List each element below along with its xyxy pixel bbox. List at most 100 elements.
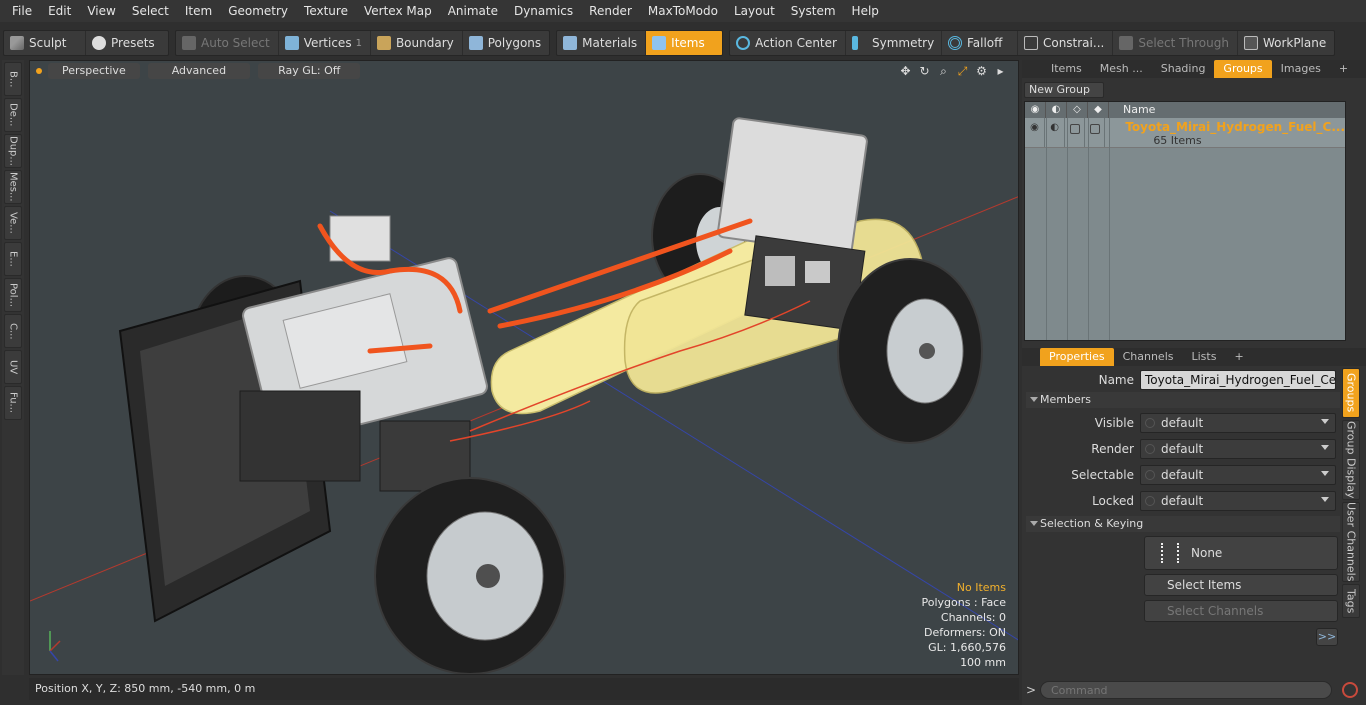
3d-viewport[interactable]: Perspective Advanced Ray GL: Off ✥ ↻ ⌕ ⤢… xyxy=(29,60,1019,675)
left-tab-edge[interactable]: E... xyxy=(4,242,22,276)
menu-animate[interactable]: Animate xyxy=(440,0,506,22)
tab-shading[interactable]: Shading xyxy=(1152,60,1215,78)
action-center-button[interactable]: Action Center xyxy=(730,31,846,55)
lock-column-icon[interactable]: ◆ xyxy=(1088,102,1109,118)
side-tab-user-channels[interactable]: User Channels xyxy=(1342,502,1360,582)
group-name: Toyota_Mirai_Hydrogen_Fuel_C... xyxy=(1125,120,1345,134)
menu-view[interactable]: View xyxy=(79,0,123,22)
shading-mode-button[interactable]: Advanced xyxy=(147,63,251,79)
keying-none-button[interactable]: None xyxy=(1144,536,1338,570)
select-column-icon[interactable]: ◇ xyxy=(1067,102,1088,118)
zoom-icon[interactable]: ⌕ xyxy=(936,64,951,79)
materials-button[interactable]: Materials xyxy=(557,31,647,55)
name-column-header[interactable]: Name xyxy=(1109,102,1155,118)
left-tab-deform[interactable]: De... xyxy=(4,98,22,132)
locked-row: Locked default xyxy=(1022,490,1342,512)
left-tab-uv[interactable]: UV xyxy=(4,350,22,384)
locked-dropdown[interactable]: default xyxy=(1140,491,1336,511)
selection-keying-section[interactable]: Selection & Keying xyxy=(1026,516,1340,532)
render-row: Render default xyxy=(1022,438,1342,460)
tab-lists[interactable]: Lists xyxy=(1183,348,1226,366)
new-group-button[interactable]: New Group xyxy=(1024,82,1104,98)
symmetry-button[interactable]: Symmetry xyxy=(846,31,942,55)
menu-file[interactable]: File xyxy=(4,0,40,22)
properties-tab-bar: Properties Channels Lists + xyxy=(1022,348,1366,366)
axis-gizmo xyxy=(49,631,61,662)
falloff-icon xyxy=(947,36,962,50)
vertices-button[interactable]: Vertices 1 xyxy=(279,31,371,55)
tab-images[interactable]: Images xyxy=(1272,60,1330,78)
menu-geometry[interactable]: Geometry xyxy=(220,0,296,22)
menu-texture[interactable]: Texture xyxy=(296,0,356,22)
expand-more-button[interactable]: >> xyxy=(1316,628,1338,646)
left-tab-fusion[interactable]: Fu... xyxy=(4,386,22,420)
group-row[interactable]: ◉ ◐ Toyota_Mirai_Hydrogen_Fuel_C... 65 I… xyxy=(1025,118,1345,148)
menu-item[interactable]: Item xyxy=(177,0,220,22)
render-icon[interactable]: ◐ xyxy=(1045,118,1066,147)
right-panel: Items Mesh ... Shading Groups Images + N… xyxy=(1022,60,1366,705)
sculpt-button[interactable]: Sculpt xyxy=(4,31,86,55)
maximize-icon[interactable]: ⤢ xyxy=(955,64,970,79)
play-icon[interactable]: ▸ xyxy=(993,64,1008,79)
menu-layout[interactable]: Layout xyxy=(726,0,783,22)
raygl-button[interactable]: Ray GL: Off xyxy=(258,63,361,79)
rotate-icon[interactable]: ↻ xyxy=(917,64,932,79)
view-mode-button[interactable]: Perspective xyxy=(48,63,140,79)
tab-groups[interactable]: Groups xyxy=(1214,60,1272,78)
move-icon[interactable]: ✥ xyxy=(898,64,913,79)
left-tab-mesh[interactable]: Mes... xyxy=(4,170,22,204)
left-tab-vertex[interactable]: Ve... xyxy=(4,206,22,240)
command-bar: > xyxy=(1022,678,1366,702)
eye-icon[interactable]: ◉ xyxy=(1025,118,1046,147)
menu-help[interactable]: Help xyxy=(844,0,887,22)
menu-render[interactable]: Render xyxy=(581,0,640,22)
select-items-button[interactable]: Select Items xyxy=(1144,574,1338,596)
group-name-field[interactable]: Toyota_Mirai_Hydrogen_Fuel_Cell_Sy xyxy=(1140,370,1336,390)
add-props-tab-icon[interactable]: + xyxy=(1225,348,1252,366)
left-tab-basic[interactable]: B... xyxy=(4,62,22,96)
constraints-button[interactable]: Constrai... xyxy=(1018,31,1114,55)
side-tab-group-display[interactable]: Group Display xyxy=(1342,420,1360,500)
add-tab-icon[interactable]: + xyxy=(1330,60,1357,78)
selectable-checkbox[interactable] xyxy=(1069,124,1080,134)
stop-record-icon[interactable] xyxy=(1342,682,1358,698)
side-tab-groups[interactable]: Groups xyxy=(1342,368,1360,418)
menu-system[interactable]: System xyxy=(783,0,844,22)
side-tab-tags[interactable]: Tags xyxy=(1342,584,1360,618)
workplane-button[interactable]: WorkPlane xyxy=(1238,31,1334,55)
tab-items[interactable]: Items xyxy=(1042,60,1091,78)
left-tab-duplicate[interactable]: Dup... xyxy=(4,134,22,168)
members-section[interactable]: Members xyxy=(1026,392,1340,408)
falloff-button[interactable]: Falloff xyxy=(942,31,1018,55)
menu-select[interactable]: Select xyxy=(124,0,177,22)
selectable-dropdown[interactable]: default xyxy=(1140,465,1336,485)
polygons-button[interactable]: Polygons xyxy=(463,31,549,55)
visibility-column-icon[interactable]: ◉ xyxy=(1025,102,1046,118)
select-through-button[interactable]: Select Through xyxy=(1113,31,1238,55)
settings-icon[interactable]: ⚙ xyxy=(974,64,989,79)
properties-panel: Properties Channels Lists + Name Toyota_… xyxy=(1022,348,1366,705)
constraints-icon xyxy=(1023,36,1038,50)
boundary-button[interactable]: Boundary xyxy=(371,31,463,55)
name-row: Name Toyota_Mirai_Hydrogen_Fuel_Cell_Sy xyxy=(1022,369,1342,391)
visible-row: Visible default xyxy=(1022,412,1342,434)
tab-channels[interactable]: Channels xyxy=(1114,348,1183,366)
items-button[interactable]: Items xyxy=(646,31,723,55)
menu-maxtomodo[interactable]: MaxToModo xyxy=(640,0,726,22)
tab-properties[interactable]: Properties xyxy=(1040,348,1114,366)
render-column-icon[interactable]: ◐ xyxy=(1046,102,1067,118)
left-tab-polygon[interactable]: Pol... xyxy=(4,278,22,312)
render-dropdown[interactable]: default xyxy=(1140,439,1336,459)
tab-mesh[interactable]: Mesh ... xyxy=(1091,60,1152,78)
visible-dropdown[interactable]: default xyxy=(1140,413,1336,433)
menu-dynamics[interactable]: Dynamics xyxy=(506,0,581,22)
gl-polycount-info: GL: 1,660,576 xyxy=(928,641,1006,654)
menu-edit[interactable]: Edit xyxy=(40,0,79,22)
menu-vertex-map[interactable]: Vertex Map xyxy=(356,0,440,22)
lock-checkbox[interactable] xyxy=(1089,124,1100,134)
command-input[interactable] xyxy=(1040,681,1332,699)
auto-select-button[interactable]: Auto Select xyxy=(176,31,279,55)
select-channels-button[interactable]: Select Channels xyxy=(1144,600,1338,622)
left-tab-curve[interactable]: C... xyxy=(4,314,22,348)
presets-button[interactable]: Presets xyxy=(86,31,168,55)
